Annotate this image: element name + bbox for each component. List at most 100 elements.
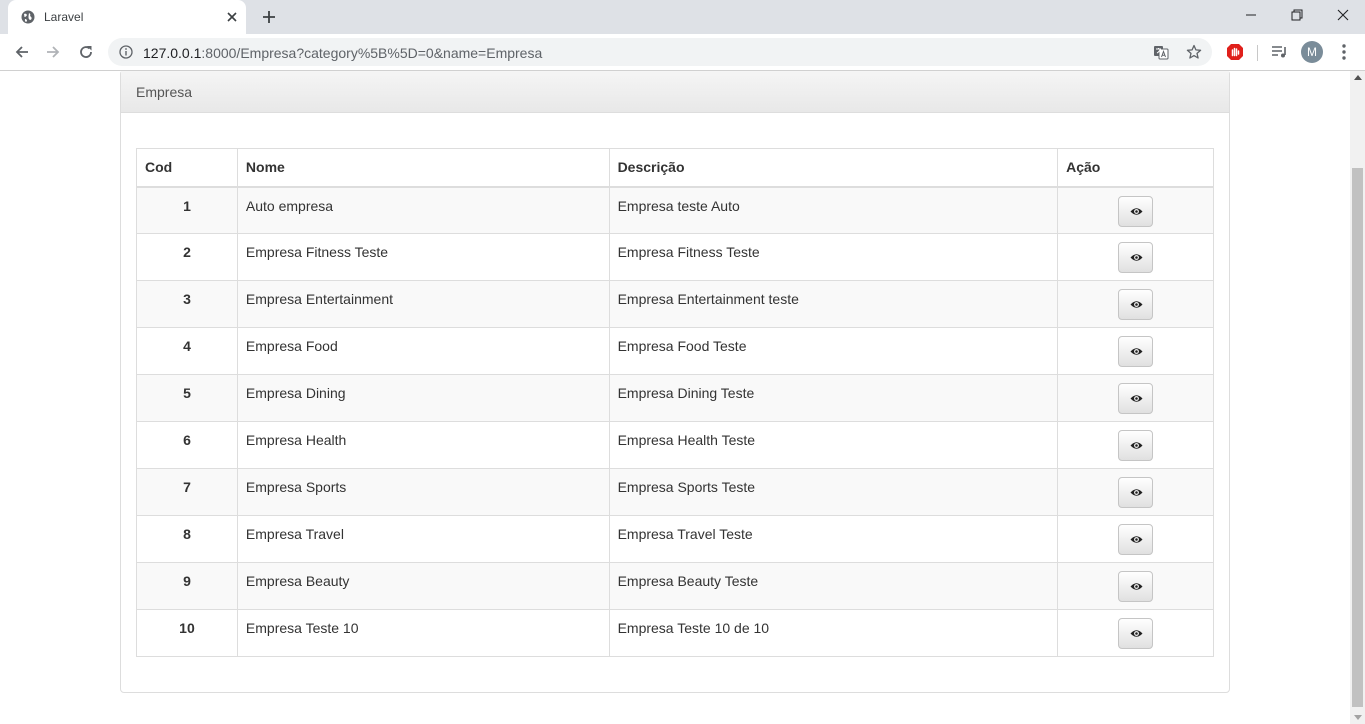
cell-descricao: Empresa Health Teste — [608, 421, 1059, 469]
media-queue-icon[interactable] — [1270, 43, 1288, 61]
cell-nome: Empresa Travel — [236, 515, 610, 563]
translate-icon[interactable] — [1153, 44, 1169, 60]
header-descricao: Descrição — [608, 148, 1059, 188]
table-row: 9 Empresa Beauty Empresa Beauty Teste — [136, 562, 1214, 610]
cell-descricao: Empresa Fitness Teste — [608, 233, 1059, 281]
cell-descricao: Empresa teste Auto — [608, 186, 1059, 234]
minimize-icon[interactable] — [1244, 8, 1258, 22]
tab-title: Laravel — [44, 10, 84, 24]
table-row: 7 Empresa Sports Empresa Sports Teste — [136, 468, 1214, 516]
table-row: 8 Empresa Travel Empresa Travel Teste — [136, 515, 1214, 563]
cell-descricao: Empresa Sports Teste — [608, 468, 1059, 516]
cell-nome: Empresa Beauty — [236, 562, 610, 610]
view-button[interactable] — [1118, 524, 1154, 555]
profile-avatar[interactable]: M — [1301, 41, 1323, 63]
view-button[interactable] — [1118, 195, 1154, 227]
bookmark-star-icon[interactable] — [1186, 44, 1202, 60]
reload-icon[interactable] — [77, 43, 95, 61]
scroll-down-arrow-icon[interactable] — [1354, 715, 1362, 720]
header-cod: Cod — [136, 148, 238, 188]
eye-icon — [1130, 301, 1143, 308]
empresa-table: Cod Nome Descrição Ação 1 Auto empresa Emp… — [136, 148, 1214, 657]
view-button[interactable] — [1118, 571, 1154, 602]
table-body: 1 Auto empresa Empresa teste Auto 2 Empresa … — [136, 186, 1214, 657]
cell-cod: 9 — [136, 562, 238, 610]
cell-nome: Empresa Teste 10 — [236, 609, 610, 657]
cell-acao — [1057, 609, 1214, 657]
vertical-scrollbar[interactable] — [1350, 71, 1365, 724]
page-viewport: Empresa Cod Nome Descrição Ação 1 Auto em… — [0, 71, 1350, 724]
scroll-thumb[interactable] — [1352, 168, 1363, 707]
restore-icon[interactable] — [1290, 8, 1304, 22]
view-button[interactable] — [1118, 336, 1154, 367]
eye-icon — [1130, 207, 1143, 215]
cell-cod: 2 — [136, 233, 238, 281]
cell-nome: Empresa Entertainment — [236, 280, 610, 328]
cell-descricao: Empresa Entertainment teste — [608, 280, 1059, 328]
cell-acao — [1057, 186, 1214, 234]
view-button[interactable] — [1118, 477, 1154, 508]
view-button[interactable] — [1118, 430, 1154, 461]
table-row: 4 Empresa Food Empresa Food Teste — [136, 327, 1214, 375]
cell-descricao: Empresa Food Teste — [608, 327, 1059, 375]
eye-icon — [1130, 348, 1143, 355]
table-header-row: Cod Nome Descrição Ação — [136, 148, 1214, 188]
cell-descricao: Empresa Dining Teste — [608, 374, 1059, 422]
cell-nome: Auto empresa — [236, 186, 610, 234]
empresa-panel: Empresa Cod Nome Descrição Ação 1 Auto em… — [120, 71, 1230, 693]
table-row: 1 Auto empresa Empresa teste Auto — [136, 186, 1214, 234]
cell-acao — [1057, 515, 1214, 563]
eye-icon — [1130, 395, 1143, 402]
browser-toolbar: 127.0.0.1:8000/Empresa?category%5B%5D=0&… — [0, 34, 1365, 71]
extension-icon[interactable] — [1226, 43, 1244, 61]
table-row: 5 Empresa Dining Empresa Dining Teste — [136, 374, 1214, 422]
cell-cod: 5 — [136, 374, 238, 422]
cell-descricao: Empresa Beauty Teste — [608, 562, 1059, 610]
view-button[interactable] — [1118, 289, 1154, 320]
globe-icon — [21, 10, 35, 24]
cell-cod: 1 — [136, 186, 238, 234]
back-arrow-icon[interactable] — [13, 43, 31, 61]
cell-acao — [1057, 421, 1214, 469]
cell-nome: Empresa Sports — [236, 468, 610, 516]
eye-icon — [1130, 489, 1143, 496]
cell-cod: 8 — [136, 515, 238, 563]
cell-nome: Empresa Food — [236, 327, 610, 375]
eye-icon — [1130, 583, 1143, 590]
table-row: 10 Empresa Teste 10 Empresa Teste 10 de 10 — [136, 609, 1214, 657]
cell-acao — [1057, 233, 1214, 281]
url-text[interactable]: 127.0.0.1:8000/Empresa?category%5B%5D=0&… — [143, 45, 542, 61]
cell-descricao: Empresa Travel Teste — [608, 515, 1059, 563]
info-icon[interactable] — [119, 45, 133, 59]
eye-icon — [1130, 630, 1143, 637]
more-menu-icon[interactable] — [1336, 43, 1352, 61]
cell-cod: 4 — [136, 327, 238, 375]
header-acao: Ação — [1057, 148, 1214, 188]
cell-cod: 3 — [136, 280, 238, 328]
view-button[interactable] — [1118, 618, 1154, 649]
cell-nome: Empresa Dining — [236, 374, 610, 422]
table-row: 3 Empresa Entertainment Empresa Entertainm… — [136, 280, 1214, 328]
table-row: 2 Empresa Fitness Teste Empresa Fitness Te… — [136, 233, 1214, 281]
eye-icon — [1130, 254, 1143, 261]
cell-cod: 6 — [136, 421, 238, 469]
cell-cod: 7 — [136, 468, 238, 516]
address-bar[interactable]: 127.0.0.1:8000/Empresa?category%5B%5D=0&… — [108, 38, 1212, 66]
url-path: :8000/Empresa?category%5B%5D=0&name=Empr… — [201, 45, 543, 61]
close-tab-icon[interactable] — [224, 9, 240, 25]
eye-icon — [1130, 442, 1143, 449]
view-button[interactable] — [1118, 242, 1154, 273]
browser-tab[interactable]: Laravel — [8, 0, 246, 34]
cell-descricao: Empresa Teste 10 de 10 — [608, 609, 1059, 657]
header-nome: Nome — [236, 148, 610, 188]
cell-acao — [1057, 468, 1214, 516]
cell-acao — [1057, 327, 1214, 375]
forward-arrow-icon[interactable] — [44, 43, 62, 61]
cell-acao — [1057, 562, 1214, 610]
scroll-up-arrow-icon[interactable] — [1354, 75, 1362, 80]
eye-icon — [1130, 536, 1143, 543]
close-window-icon[interactable] — [1336, 8, 1350, 22]
new-tab-icon[interactable] — [261, 9, 277, 25]
view-button[interactable] — [1118, 383, 1154, 414]
cell-acao — [1057, 280, 1214, 328]
